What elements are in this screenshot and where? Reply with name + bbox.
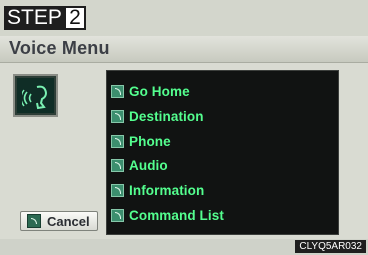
- image-code: CLYQ5AR032: [295, 240, 366, 253]
- voice-tag-icon: [111, 109, 124, 123]
- menu-item-destination[interactable]: Destination: [111, 106, 204, 126]
- menu-item-label: Destination: [129, 108, 204, 124]
- voice-tag-icon: [27, 214, 41, 228]
- menu-item-command-list[interactable]: Command List: [111, 205, 224, 225]
- voice-tag-icon: [111, 208, 124, 222]
- cancel-label: Cancel: [47, 213, 90, 229]
- menu-item-audio[interactable]: Audio: [111, 155, 168, 175]
- step-number: 2: [64, 6, 86, 30]
- menu-item-phone[interactable]: Phone: [111, 131, 171, 151]
- voice-command-icon: [22, 85, 48, 110]
- menu-item-label: Command List: [129, 207, 224, 223]
- voice-tag-icon: [111, 183, 124, 197]
- menu-item-information[interactable]: Information: [111, 180, 204, 200]
- page-title: Voice Menu: [9, 38, 110, 58]
- cancel-button[interactable]: Cancel: [20, 211, 98, 231]
- menu-item-label: Go Home: [129, 83, 190, 99]
- voice-tag-icon: [111, 134, 124, 148]
- menu-item-label: Information: [129, 182, 205, 198]
- voice-command-icon: [13, 74, 58, 117]
- step-label: STEP: [4, 6, 64, 30]
- menu-item-label: Phone: [129, 133, 171, 149]
- menu-item-label: Audio: [129, 157, 168, 173]
- voice-tag-icon: [111, 84, 124, 98]
- menu-item-go-home[interactable]: Go Home: [111, 81, 190, 101]
- voice-tag-icon: [111, 158, 124, 172]
